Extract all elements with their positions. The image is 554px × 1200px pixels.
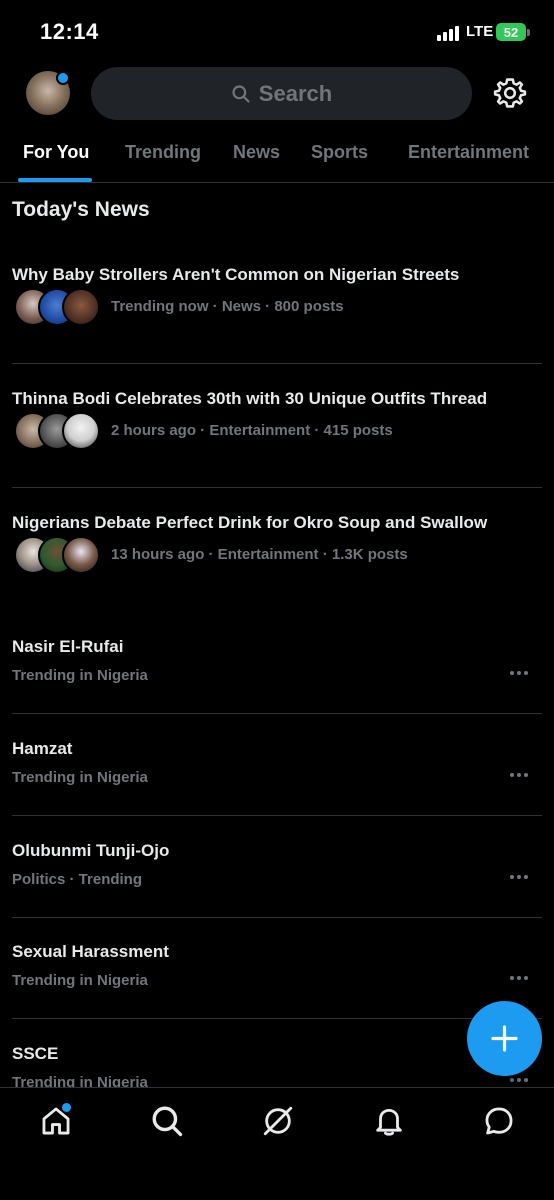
divider (12, 363, 542, 364)
trend-title: Hamzat (12, 739, 73, 758)
explore-icon[interactable] (150, 1104, 184, 1138)
trend-item[interactable]: Olubunmi Tunji-Ojo Politics · Trending (0, 841, 554, 911)
more-options-icon[interactable] (510, 873, 532, 883)
profile-avatar[interactable] (26, 71, 70, 115)
signal-strength-icon (437, 25, 463, 41)
status-time: 12:14 (40, 19, 99, 44)
compose-button[interactable] (467, 1001, 542, 1076)
home-notification-dot (62, 1103, 71, 1112)
divider (0, 182, 554, 183)
divider (12, 1018, 542, 1019)
tab-sports[interactable]: Sports (311, 142, 368, 163)
news-item[interactable]: Nigerians Debate Perfect Drink for Okro … (0, 513, 554, 593)
status-bar: 12:14 LTE 52 (0, 0, 554, 64)
tab-trending[interactable]: Trending (125, 142, 201, 163)
messages-icon[interactable] (482, 1104, 516, 1138)
more-options-icon[interactable] (510, 771, 532, 781)
battery-tip (527, 29, 530, 36)
gear-icon[interactable] (493, 76, 527, 110)
tab-entertainment[interactable]: Entertainment (408, 142, 529, 163)
divider (12, 713, 542, 714)
search-bar[interactable]: Search (91, 67, 472, 120)
trend-subtitle: Trending in Nigeria (12, 769, 148, 786)
news-title: Nigerians Debate Perfect Drink for Okro … (12, 513, 488, 532)
news-meta: 13 hours ago · Entertainment · 1.3K post… (111, 546, 408, 563)
news-title: Thinna Bodi Celebrates 30th with 30 Uniq… (12, 389, 488, 408)
divider (12, 917, 542, 918)
post-avatars (14, 536, 104, 574)
bottom-nav (0, 1087, 554, 1200)
tab-for-you[interactable]: For You (23, 142, 89, 163)
battery-level: 52 (503, 24, 519, 40)
divider (12, 815, 542, 816)
search-label: Search (258, 80, 333, 106)
news-item[interactable]: Thinna Bodi Celebrates 30th with 30 Uniq… (0, 389, 554, 469)
network-type: LTE (466, 23, 494, 40)
divider (12, 487, 542, 488)
post-avatars (14, 412, 104, 450)
notifications-bell-icon[interactable] (372, 1104, 406, 1138)
news-meta: 2 hours ago · Entertainment · 415 posts (111, 422, 393, 439)
trend-subtitle: Politics · Trending (12, 871, 143, 888)
trend-item[interactable]: Nasir El-Rufai Trending in Nigeria (0, 637, 554, 707)
trend-title: Olubunmi Tunji-Ojo (12, 841, 170, 860)
trend-item[interactable]: Hamzat Trending in Nigeria (0, 739, 554, 809)
trend-subtitle: Trending in Nigeria (12, 667, 148, 684)
notification-dot (56, 71, 70, 85)
more-options-icon[interactable] (510, 1076, 532, 1086)
more-options-icon[interactable] (510, 974, 532, 984)
trend-title: Sexual Harassment (12, 942, 169, 961)
trend-title: Nasir El-Rufai (12, 637, 124, 656)
grok-icon[interactable] (261, 1104, 295, 1138)
more-options-icon[interactable] (510, 669, 532, 679)
battery-icon: 52 (496, 23, 526, 41)
trend-subtitle: Trending in Nigeria (12, 1074, 148, 1087)
news-title: Why Baby Strollers Aren't Common on Nige… (12, 265, 460, 284)
search-icon (232, 84, 250, 103)
compose-plus-icon (491, 1025, 518, 1052)
news-item[interactable]: Why Baby Strollers Aren't Common on Nige… (0, 265, 554, 345)
tab-bar: For You Trending News Sports Entertainme… (0, 128, 554, 182)
post-avatars (14, 288, 104, 326)
section-title: Today's News (12, 198, 150, 221)
trend-subtitle: Trending in Nigeria (12, 972, 148, 989)
news-meta: Trending now · News · 800 posts (111, 298, 344, 315)
avatar (62, 536, 100, 574)
trend-title: SSCE (12, 1044, 59, 1063)
avatar (62, 412, 100, 450)
tab-news[interactable]: News (233, 142, 280, 163)
avatar (62, 288, 100, 326)
